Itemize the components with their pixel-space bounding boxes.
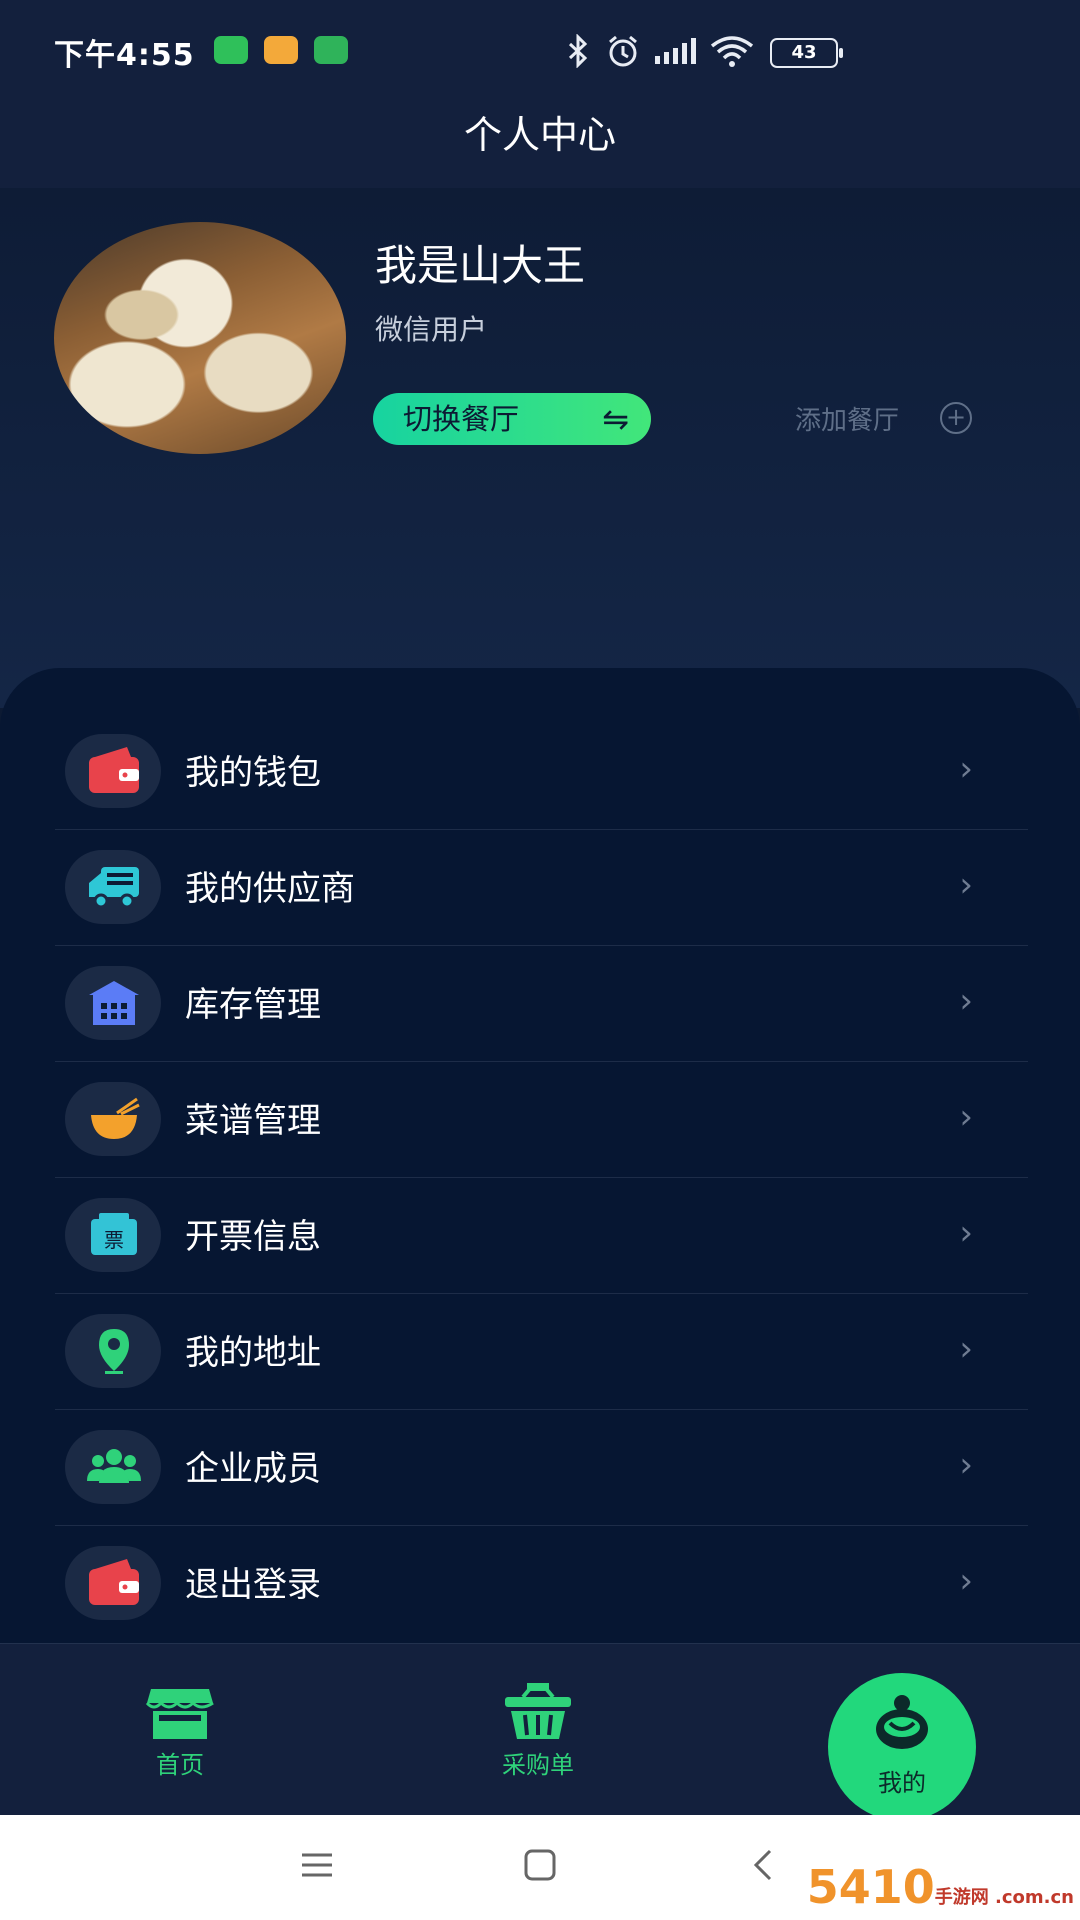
menu-item-suppliers[interactable]: 我的供应商 › [55,829,1028,946]
wallet-icon [65,734,161,808]
home-square-icon[interactable] [524,1849,556,1881]
chevron-right-icon: › [959,1213,973,1253]
tab-label: 采购单 [502,1751,574,1779]
tab-label: 我的 [878,1769,926,1797]
shop-icon [145,1689,214,1739]
menu-item-inventory[interactable]: 库存管理 › [55,945,1028,1062]
warehouse-icon [65,966,161,1040]
tab-label: 首页 [156,1751,204,1779]
menu-item-recipes[interactable]: 菜谱管理 › [55,1061,1028,1178]
switch-restaurant-label: 切换餐厅 [403,402,520,436]
menu-lines-icon[interactable] [300,1851,334,1879]
truck-icon [65,850,161,924]
status-time: 下午4:55 [54,38,195,73]
add-circle-icon[interactable]: + [940,402,972,434]
menu-item-members[interactable]: 企业成员 › [55,1409,1028,1526]
tab-home[interactable]: 首页 [80,1643,280,1815]
chevron-right-icon: › [959,865,973,905]
menu-label: 开票信息 [185,1217,321,1257]
wechat-icon [214,36,248,64]
location-pin-icon [65,1314,161,1388]
page-title: 个人中心 [463,113,616,157]
bowl-icon [65,1082,161,1156]
chevron-right-icon: › [959,1561,973,1601]
wifi-icon [710,36,754,67]
watermark-logo: 5410手游网 .com.cn [807,1860,1074,1914]
chevron-right-icon: › [959,1329,973,1369]
ticket-icon: 票 [65,1198,161,1272]
battery-indicator: 43 [770,38,843,68]
menu-item-logout[interactable]: 退出登录 › [55,1525,1028,1641]
bluetooth-icon [568,34,588,68]
signal-icon [655,38,696,64]
menu-label: 企业成员 [185,1449,321,1489]
watermark-text: 5410 [806,1860,935,1914]
tab-mine[interactable]: 我的 [828,1673,976,1821]
logout-wallet-icon [65,1546,161,1620]
menu-item-address[interactable]: 我的地址 › [55,1293,1028,1410]
alarm-icon [609,35,637,67]
add-restaurant-link[interactable]: 添加餐厅 [795,400,899,437]
switch-arrows-icon: ⇋ [602,400,629,438]
menu-label: 我的供应商 [185,869,355,909]
chevron-right-icon: › [959,1445,973,1485]
chef-icon [876,1695,928,1749]
chevron-right-icon: › [959,981,973,1021]
svg-text:票: 票 [104,1228,124,1252]
chevron-right-icon: › [959,749,973,789]
basket-icon [505,1683,571,1739]
menu-label: 我的钱包 [185,753,321,793]
menu-item-invoice[interactable]: 票 开票信息 › [55,1177,1028,1294]
avatar[interactable] [54,222,346,454]
back-arrow-icon[interactable] [752,1849,776,1881]
user-name: 我是山大王 [375,241,586,290]
menu-item-wallet[interactable]: 我的钱包 › [55,713,1028,830]
watermark-subtext: 手游网 .com.cn [934,1887,1074,1908]
members-icon [65,1430,161,1504]
menu-label: 库存管理 [185,985,321,1025]
switch-restaurant-button[interactable]: 切换餐厅 ⇋ [373,393,651,445]
menu-label: 退出登录 [185,1565,321,1605]
chevron-right-icon: › [959,1097,973,1137]
user-type: 微信用户 [375,313,488,346]
menu-label: 菜谱管理 [185,1101,321,1141]
phone-icon [314,36,348,64]
menu-label: 我的地址 [185,1333,321,1373]
mail-icon [264,36,298,64]
tab-orders[interactable]: 采购单 [438,1643,638,1815]
